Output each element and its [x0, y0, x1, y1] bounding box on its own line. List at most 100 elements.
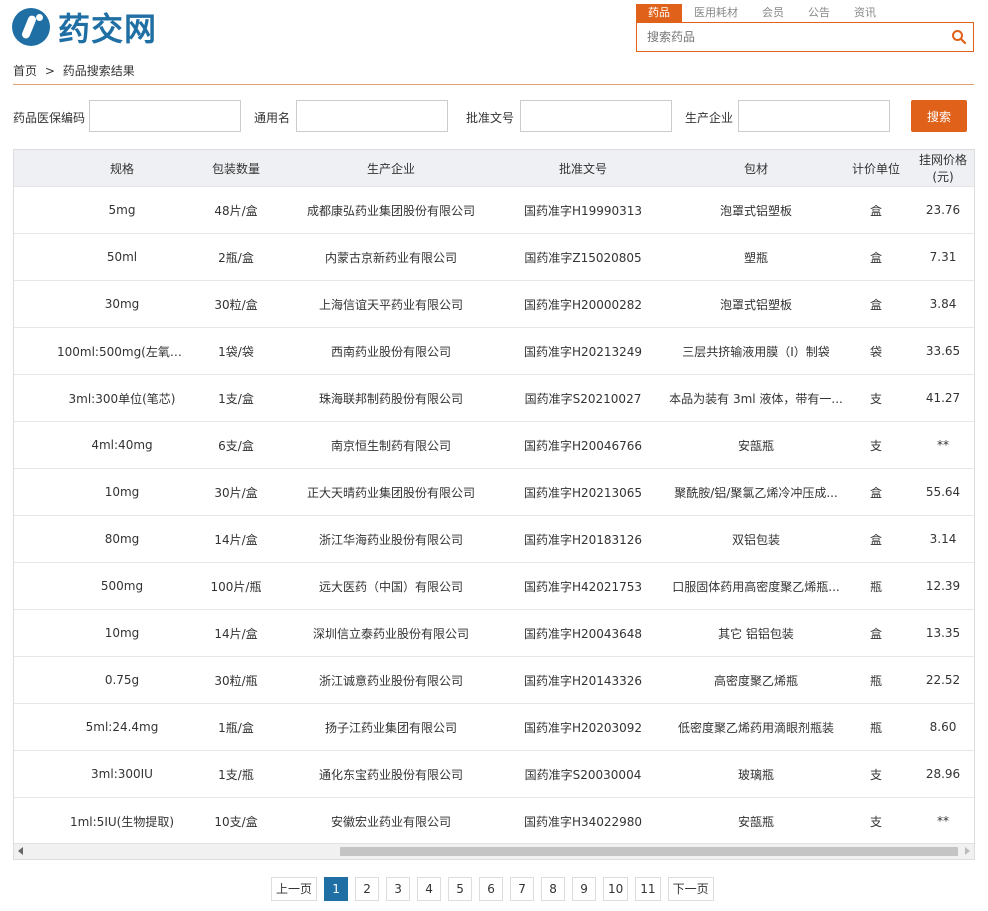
divider — [13, 84, 974, 85]
table-cell: 国药准字H20000282 — [498, 280, 668, 328]
table-cell: 」 — [14, 186, 56, 234]
col-header: 规格 — [56, 150, 188, 187]
table-cell: 三层共挤输液用膜（I）制袋 — [668, 327, 844, 375]
code-label: 药品医保编码 — [13, 111, 86, 125]
tab-consumables[interactable]: 医用耗材 — [682, 4, 750, 22]
page-button-3[interactable]: 3 — [386, 877, 411, 901]
table-cell: 远大医药（中国）有限公司 — [284, 562, 498, 610]
table-row[interactable]: 」10mg14片/盒深圳信立泰药业股份有限公司国药准字H20043648其它 铝… — [14, 609, 974, 657]
table-cell: 上海信谊天平药业有限公司 — [284, 280, 498, 328]
table-cell: 12.39 — [908, 562, 974, 610]
table-cell: 国药准字H20043648 — [498, 609, 668, 657]
table-row[interactable]: 500mg 100片/瓶 远大医药（中国）有限公司 国药准字H42021753 口服固体… — [14, 562, 974, 610]
top-search: 药品 医用耗材 会员 公告 资讯 — [636, 4, 974, 52]
table-cell: 100片/瓶 — [188, 562, 284, 610]
table-cell: ** — [908, 797, 974, 845]
next-page-button[interactable]: 下一页 — [667, 877, 714, 901]
table-cell: 瓶 — [844, 562, 908, 610]
page-button-6[interactable]: 6 — [479, 877, 504, 901]
page-button-7[interactable]: 7 — [510, 877, 535, 901]
page-button-2[interactable]: 2 — [355, 877, 380, 901]
page-button-5[interactable]: 5 — [448, 877, 473, 901]
table-cell: 内蒙古京新药业有限公司 — [284, 233, 498, 281]
table-row[interactable]: 」80mg14片/盒浙江华海药业股份有限公司国药准字H20183126双铝包装盒… — [14, 515, 974, 563]
table-row[interactable]: 5ml:24.4mg 1瓶/盒 扬子江药业集团有限公司 国药准字H20203092 低密… — [14, 703, 974, 751]
table-cell: 7.31 — [908, 233, 974, 281]
table-cell: 液 — [14, 374, 56, 422]
page-button-9[interactable]: 9 — [572, 877, 597, 901]
generic-name-input[interactable] — [296, 100, 448, 132]
table-cell: 国药准字H20183126 — [498, 515, 668, 563]
table-cell: 80mg — [56, 515, 188, 563]
scroll-thumb[interactable] — [340, 847, 958, 856]
maker-input[interactable] — [738, 100, 890, 132]
table-cell: 泡罩式铝塑板 — [668, 280, 844, 328]
table-cell: ** — [908, 421, 974, 469]
table-cell: 高密度聚乙烯瓶 — [668, 656, 844, 704]
page-button-10[interactable]: 10 — [603, 877, 629, 901]
code-input[interactable] — [89, 100, 241, 132]
table-cell: 100ml:500mg(左氧氟... — [56, 327, 188, 375]
horizontal-scrollbar[interactable] — [14, 843, 974, 859]
tab-announcements[interactable]: 公告 — [796, 4, 842, 22]
table-cell: 瓶 — [844, 703, 908, 751]
table-cell: 22.52 — [908, 656, 974, 704]
table-cell: 国药准字H20046766 — [498, 421, 668, 469]
col-header: 生产企业 — [284, 150, 498, 187]
page-button-8[interactable]: 8 — [541, 877, 566, 901]
table-cell: 扬子江药业集团有限公司 — [284, 703, 498, 751]
table-cell: 珠海联邦制药股份有限公司 — [284, 374, 498, 422]
table-row[interactable]: 液3ml:300单位(笔芯)1支/盒珠海联邦制药股份有限公司国药准字S20210… — [14, 374, 974, 422]
page-button-1[interactable]: 1 — [324, 877, 349, 901]
table-cell: 液 — [14, 327, 56, 375]
site-logo[interactable]: 药交网 — [12, 6, 157, 48]
tab-drugs[interactable]: 药品 — [636, 4, 682, 22]
page-button-4[interactable]: 4 — [417, 877, 442, 901]
table-cell: 5mg — [56, 186, 188, 234]
table-cell: 浙江华海药业股份有限公司 — [284, 515, 498, 563]
approval-input[interactable] — [520, 100, 672, 132]
table-row[interactable]: 30mg 30粒/盒 上海信谊天平药业有限公司 国药准字H20000282 泡罩式铝塑板… — [14, 280, 974, 328]
col-header: 计价单位 — [844, 150, 908, 187]
table-row[interactable]: 液4ml:40mg6支/盒南京恒生制药有限公司国药准字H20046766安瓿瓶支… — [14, 421, 974, 469]
table-cell: 国药准字H20213249 — [498, 327, 668, 375]
table-cell: 低密度聚乙烯药用滴眼剂瓶装 — [668, 703, 844, 751]
tab-news[interactable]: 资讯 — [842, 4, 888, 22]
table-cell: 10支/盒 — [188, 797, 284, 845]
breadcrumb-home[interactable]: 首页 — [13, 64, 37, 78]
maker-label: 生产企业 — [685, 111, 734, 125]
results-table: 规格 包装数量 生产企业 批准文号 包材 计价单位 挂网价格(元) 」5mg48… — [13, 149, 975, 860]
table-row[interactable]: 50ml 2瓶/盒 内蒙古京新药业有限公司 国药准字Z15020805 塑瓶盒 7.31 — [14, 233, 974, 281]
tab-members[interactable]: 会员 — [750, 4, 796, 22]
table-row[interactable]: 」10mg30片/盒正大天晴药业集团股份有限公司国药准字H20213065聚酰胺… — [14, 468, 974, 516]
table-cell: 28.96 — [908, 750, 974, 798]
scroll-left-icon[interactable] — [18, 847, 23, 855]
table-cell: 30粒/瓶 — [188, 656, 284, 704]
table-cell: 泡罩式铝塑板 — [668, 186, 844, 234]
search-tabs: 药品 医用耗材 会员 公告 资讯 — [636, 4, 974, 22]
table-row[interactable]: 0.75g 30粒/瓶 浙江诚意药业股份有限公司 国药准字H20143326 高密度聚乙… — [14, 656, 974, 704]
table-cell: 48片/盒 — [188, 186, 284, 234]
table-row[interactable]: 」5mg48片/盒成都康弘药业集团股份有限公司国药准字H19990313泡罩式铝… — [14, 186, 974, 234]
table-cell: 国药准字H42021753 — [498, 562, 668, 610]
table-cell: 本品为装有 3ml 液体，带有一... — [668, 374, 844, 422]
col-header: 挂网价格(元) — [908, 150, 974, 187]
scroll-right-icon[interactable] — [965, 847, 970, 855]
table-cell: 瓶 — [844, 656, 908, 704]
table-row[interactable]: 液1ml:5IU(生物提取)10支/盒安徽宏业药业有限公司国药准字H340229… — [14, 797, 974, 845]
prev-page-button[interactable]: 上一页 — [271, 877, 318, 901]
table-cell: 8.60 — [908, 703, 974, 751]
table-row[interactable]: 3ml:300IU 1支/瓶 通化东宝药业股份有限公司 国药准字S20030004 玻璃… — [14, 750, 974, 798]
table-cell: 盒 — [844, 609, 908, 657]
search-button[interactable]: 搜索 — [911, 100, 967, 132]
table-row[interactable]: 液100ml:500mg(左氧氟...1袋/袋西南药业股份有限公司国药准字H20… — [14, 327, 974, 375]
table-cell: 西南药业股份有限公司 — [284, 327, 498, 375]
search-icon[interactable] — [951, 29, 967, 45]
page-button-11[interactable]: 11 — [635, 877, 661, 901]
table-cell: 6支/盒 — [188, 421, 284, 469]
search-input[interactable] — [637, 23, 957, 51]
table-cell: 通化东宝药业股份有限公司 — [284, 750, 498, 798]
table-cell: 33.65 — [908, 327, 974, 375]
table-cell: 30片/盒 — [188, 468, 284, 516]
table-cell: 4ml:40mg — [56, 421, 188, 469]
